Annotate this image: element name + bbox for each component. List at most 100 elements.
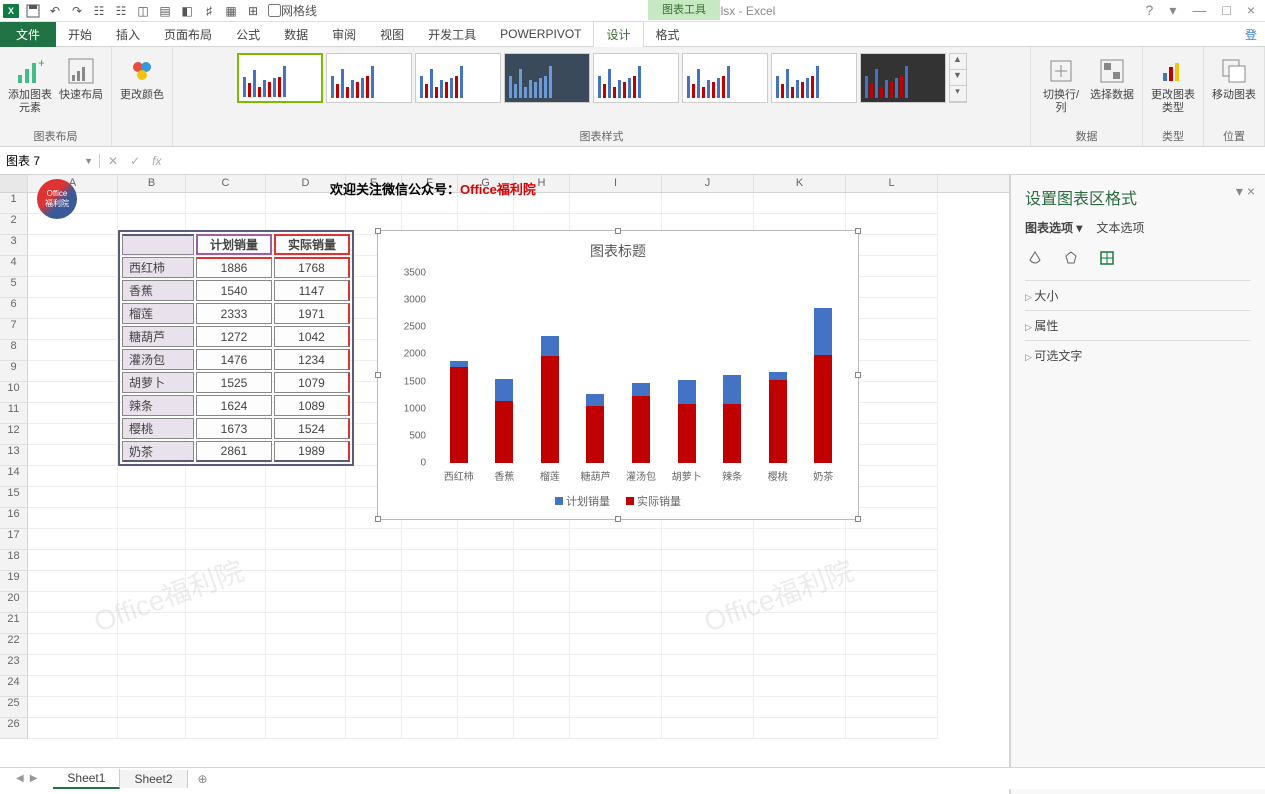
sheet-nav-prev-icon[interactable]: ◀ bbox=[16, 773, 24, 784]
cell[interactable] bbox=[514, 550, 570, 571]
cell[interactable] bbox=[28, 592, 118, 613]
cell[interactable] bbox=[514, 655, 570, 676]
row-header[interactable]: 12 bbox=[0, 424, 28, 445]
table-row[interactable]: 榴莲 2333 1971 bbox=[122, 303, 350, 324]
cancel-icon[interactable]: ✕ bbox=[108, 154, 118, 168]
cell[interactable] bbox=[28, 529, 118, 550]
row-header[interactable]: 6 bbox=[0, 298, 28, 319]
cell[interactable] bbox=[570, 697, 662, 718]
cell[interactable] bbox=[118, 529, 186, 550]
cell[interactable] bbox=[846, 403, 938, 424]
cell[interactable] bbox=[28, 319, 118, 340]
cell[interactable] bbox=[402, 550, 458, 571]
add-chart-element-button[interactable]: + 添加图表元素 bbox=[6, 53, 54, 117]
bar-category[interactable] bbox=[801, 273, 847, 463]
cell[interactable] bbox=[28, 424, 118, 445]
cell[interactable] bbox=[118, 487, 186, 508]
cell[interactable] bbox=[846, 718, 938, 739]
cell[interactable] bbox=[570, 655, 662, 676]
chart-style-thumb-1[interactable] bbox=[237, 53, 323, 103]
cell[interactable] bbox=[28, 718, 118, 739]
change-colors-button[interactable]: 更改颜色 bbox=[118, 53, 166, 104]
cell[interactable] bbox=[118, 550, 186, 571]
cell[interactable] bbox=[266, 613, 346, 634]
row-header[interactable]: 22 bbox=[0, 634, 28, 655]
cell[interactable] bbox=[118, 466, 186, 487]
row-header[interactable]: 18 bbox=[0, 550, 28, 571]
row-header[interactable]: 25 bbox=[0, 697, 28, 718]
cell[interactable] bbox=[662, 550, 754, 571]
cell[interactable] bbox=[186, 466, 266, 487]
col-header[interactable]: I bbox=[570, 175, 662, 192]
change-chart-type-button[interactable]: 更改图表类型 bbox=[1149, 53, 1197, 117]
cell[interactable] bbox=[186, 697, 266, 718]
bar-actual[interactable] bbox=[678, 404, 696, 463]
cell[interactable] bbox=[346, 529, 402, 550]
cell[interactable] bbox=[28, 382, 118, 403]
qat-gridlines[interactable]: 网格线 bbox=[264, 0, 321, 22]
sheet-tab-2[interactable]: Sheet2 bbox=[120, 770, 187, 788]
tab-page-layout[interactable]: 页面布局 bbox=[152, 22, 224, 47]
cell[interactable] bbox=[846, 277, 938, 298]
redo-icon[interactable]: ↷ bbox=[66, 0, 88, 22]
chart-style-thumb-7[interactable] bbox=[771, 53, 857, 103]
qat-icon[interactable]: ◧ bbox=[176, 0, 198, 22]
table-row[interactable]: 糖葫芦 1272 1042 bbox=[122, 326, 350, 347]
resize-handle[interactable] bbox=[375, 372, 381, 378]
row-header[interactable]: 20 bbox=[0, 592, 28, 613]
tab-review[interactable]: 审阅 bbox=[320, 22, 368, 47]
cell[interactable] bbox=[846, 571, 938, 592]
bar-plan[interactable] bbox=[450, 361, 468, 367]
cell[interactable] bbox=[458, 634, 514, 655]
name-box[interactable]: ▼ bbox=[0, 154, 100, 168]
row-header[interactable]: 10 bbox=[0, 382, 28, 403]
cell[interactable] bbox=[186, 634, 266, 655]
cell[interactable] bbox=[28, 403, 118, 424]
tab-powerpivot[interactable]: POWERPIVOT bbox=[488, 23, 593, 45]
cell[interactable] bbox=[28, 361, 118, 382]
cell[interactable] bbox=[266, 550, 346, 571]
tab-formula[interactable]: 公式 bbox=[224, 22, 272, 47]
cell[interactable] bbox=[28, 508, 118, 529]
cell[interactable] bbox=[514, 592, 570, 613]
cell[interactable] bbox=[846, 487, 938, 508]
cell[interactable] bbox=[754, 571, 846, 592]
cell[interactable] bbox=[402, 697, 458, 718]
cell[interactable] bbox=[186, 487, 266, 508]
qat-icon[interactable]: ♯ bbox=[198, 0, 220, 22]
chart-style-thumb-6[interactable] bbox=[682, 53, 768, 103]
cell[interactable] bbox=[28, 466, 118, 487]
cell[interactable] bbox=[846, 655, 938, 676]
cell[interactable] bbox=[346, 613, 402, 634]
chart-style-scroll[interactable]: ▲▼▾ bbox=[949, 53, 967, 103]
task-pane-close-icon[interactable]: ▾ × bbox=[1236, 183, 1255, 200]
row-header[interactable]: 2 bbox=[0, 214, 28, 235]
cell[interactable] bbox=[28, 676, 118, 697]
resize-handle[interactable] bbox=[855, 228, 861, 234]
bar-actual[interactable] bbox=[541, 356, 559, 463]
cell[interactable] bbox=[186, 613, 266, 634]
cell[interactable] bbox=[662, 676, 754, 697]
cell[interactable] bbox=[402, 634, 458, 655]
row-header[interactable]: 5 bbox=[0, 277, 28, 298]
cell[interactable] bbox=[846, 235, 938, 256]
row-header[interactable]: 15 bbox=[0, 487, 28, 508]
effects-icon[interactable] bbox=[1061, 248, 1081, 268]
fx-icon[interactable]: fx bbox=[152, 154, 161, 168]
bar-actual[interactable] bbox=[769, 380, 787, 463]
cell[interactable] bbox=[266, 508, 346, 529]
tab-file[interactable]: 文件 bbox=[0, 22, 56, 47]
data-table[interactable]: 计划销量 实际销量 西红柿 1886 1768 香蕉 1540 1147 榴莲 … bbox=[118, 230, 354, 466]
task-pane-tab-chart-options[interactable]: 图表选项 ▾ bbox=[1025, 219, 1082, 236]
table-row[interactable]: 灌汤包 1476 1234 bbox=[122, 349, 350, 370]
cell[interactable] bbox=[346, 550, 402, 571]
chart-style-thumb-2[interactable] bbox=[326, 53, 412, 103]
cell[interactable] bbox=[28, 298, 118, 319]
chart-title[interactable]: 图表标题 bbox=[378, 241, 858, 261]
row-header[interactable]: 9 bbox=[0, 361, 28, 382]
cell[interactable] bbox=[662, 697, 754, 718]
cell[interactable] bbox=[754, 613, 846, 634]
cell[interactable] bbox=[754, 634, 846, 655]
cell[interactable] bbox=[118, 508, 186, 529]
cell[interactable] bbox=[754, 550, 846, 571]
